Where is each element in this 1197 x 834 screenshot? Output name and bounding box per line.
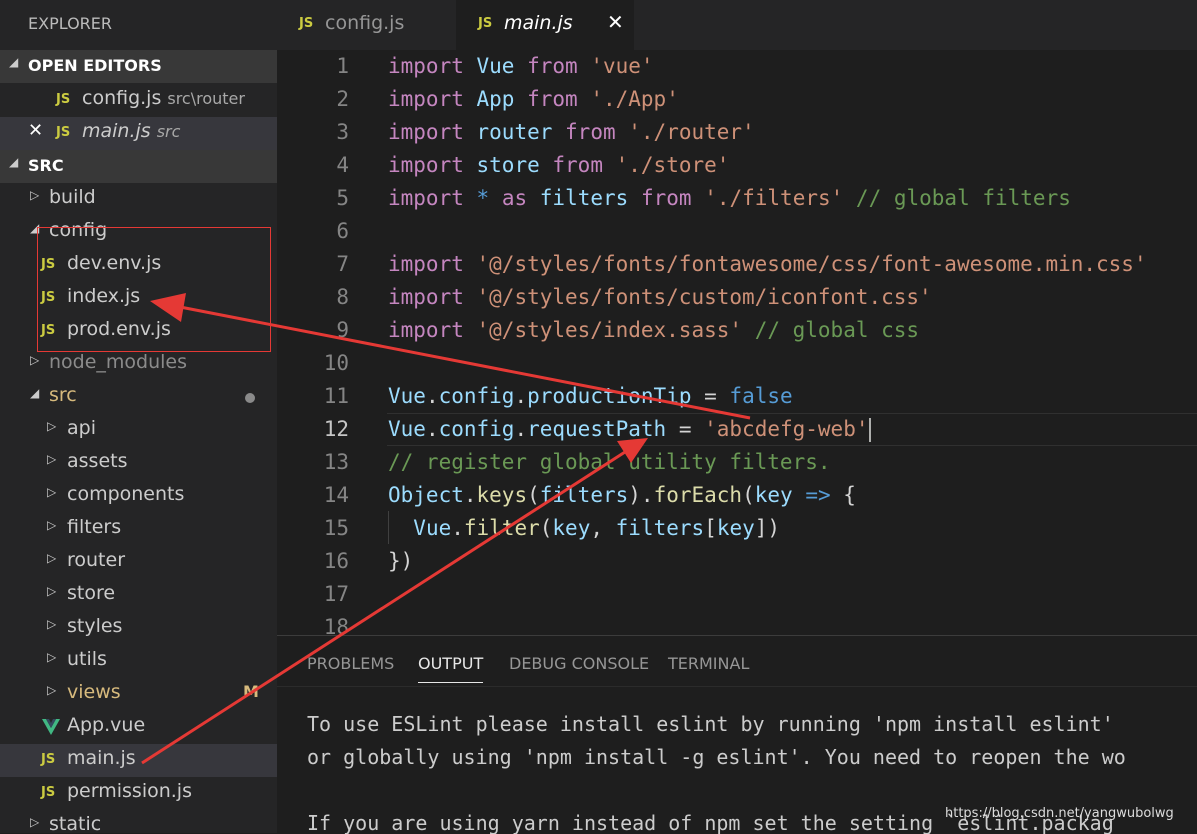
annotation-arrow-to-index bbox=[174, 304, 751, 420]
arrowhead-icon bbox=[617, 438, 648, 463]
arrowhead-icon bbox=[150, 293, 186, 322]
annotation-arrow-to-request-path bbox=[141, 450, 626, 765]
annotation-arrows bbox=[141, 293, 751, 765]
